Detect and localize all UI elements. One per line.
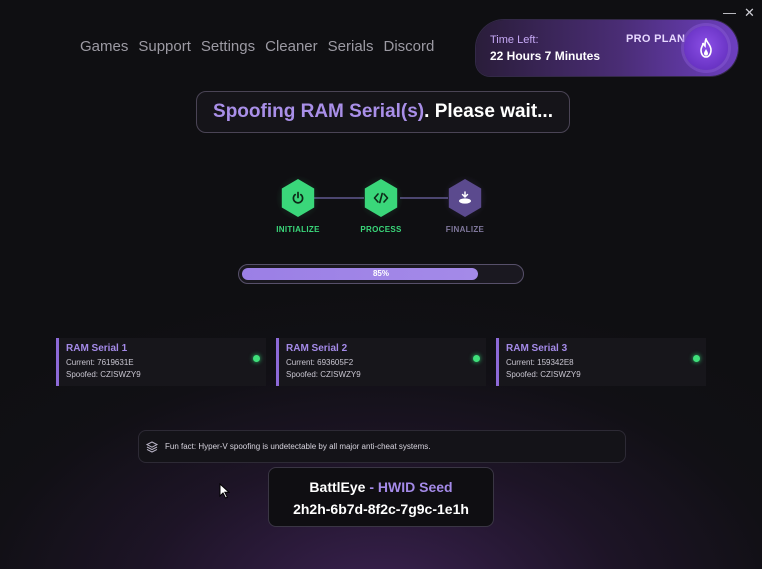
nav-settings[interactable]: Settings xyxy=(201,38,255,55)
seed-title: BattlEye - HWID Seed xyxy=(269,479,493,495)
progress-bar: 85% xyxy=(238,264,524,284)
status-headline: Spoofing RAM Serial(s). Please wait... xyxy=(196,91,570,133)
top-nav: Games Support Settings Cleaner Serials D… xyxy=(80,38,434,55)
ram-serial-card: RAM Serial 1 Current: 7619631E Spoofed: … xyxy=(56,338,266,386)
seed-value[interactable]: 2h2h-6b7d-8f2c-7g9c-1e1h xyxy=(269,501,493,517)
status-dot xyxy=(253,355,260,362)
status-dot xyxy=(473,355,480,362)
current-serial: Current: 7619631E xyxy=(66,358,134,367)
step-label: FINALIZE xyxy=(445,225,485,234)
seed-title-provider: BattlEye xyxy=(309,479,366,495)
card-title: RAM Serial 2 xyxy=(286,343,348,354)
fun-fact-banner: Fun fact: Hyper-V spoofing is undetectab… xyxy=(138,430,626,463)
ram-serial-card: RAM Serial 2 Current: 693605F2 Spoofed: … xyxy=(276,338,486,386)
ram-serial-card: RAM Serial 3 Current: 159342E8 Spoofed: … xyxy=(496,338,706,386)
hwid-seed-box: BattlEye - HWID Seed 2h2h-6b7d-8f2c-7g9c… xyxy=(268,467,494,527)
headline-accent: Spoofing RAM Serial(s) xyxy=(213,101,425,122)
nav-serials[interactable]: Serials xyxy=(328,38,374,55)
current-serial: Current: 159342E8 xyxy=(506,358,574,367)
time-left-value: 22 Hours 7 Minutes xyxy=(490,49,601,63)
step-initialize: INITIALIZE xyxy=(258,175,338,234)
nav-discord[interactable]: Discord xyxy=(384,38,435,55)
step-process: PROCESS xyxy=(341,175,421,234)
time-left-label: Time Left: xyxy=(490,34,539,46)
step-label: INITIALIZE xyxy=(276,225,320,234)
spoofed-serial: Spoofed: CZISWZY9 xyxy=(286,370,361,379)
plan-name: PRO PLAN xyxy=(626,33,686,45)
step-label: PROCESS xyxy=(360,225,402,234)
seed-title-suffix: - HWID Seed xyxy=(365,479,453,495)
card-title: RAM Serial 1 xyxy=(66,343,128,354)
nav-games[interactable]: Games xyxy=(80,38,128,55)
spoofed-serial: Spoofed: CZISWZY9 xyxy=(66,370,141,379)
plan-card: Time Left: 22 Hours 7 Minutes PRO PLAN xyxy=(476,20,738,76)
status-dot xyxy=(693,355,700,362)
current-serial: Current: 693605F2 xyxy=(286,358,354,367)
spoofed-serial: Spoofed: CZISWZY9 xyxy=(506,370,581,379)
flame-icon xyxy=(684,26,728,70)
layers-icon xyxy=(146,440,158,453)
headline-rest: . Please wait... xyxy=(424,101,553,122)
nav-support[interactable]: Support xyxy=(138,38,191,55)
progress-label: 85% xyxy=(372,269,389,278)
step-finalize: FINALIZE xyxy=(425,175,505,234)
close-button[interactable]: ✕ xyxy=(744,6,755,20)
mouse-cursor-icon xyxy=(219,483,230,499)
minimize-button[interactable]: — xyxy=(723,6,736,20)
card-title: RAM Serial 3 xyxy=(506,343,568,354)
nav-cleaner[interactable]: Cleaner xyxy=(265,38,318,55)
fun-fact-text: Fun fact: Hyper-V spoofing is undetectab… xyxy=(165,442,431,451)
